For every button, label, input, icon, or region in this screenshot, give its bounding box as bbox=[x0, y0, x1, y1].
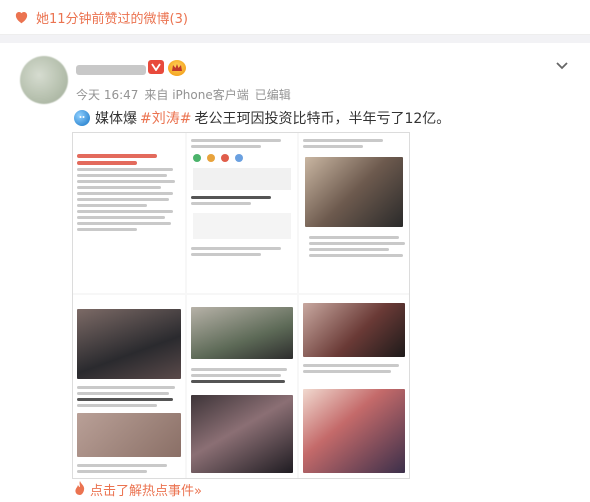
crown-badge-icon[interactable] bbox=[168, 60, 186, 76]
post-text-prefix: 媒体爆 bbox=[95, 111, 137, 127]
image-article-3[interactable] bbox=[187, 295, 297, 478]
section-divider bbox=[0, 35, 590, 43]
image-couple-photo[interactable] bbox=[299, 133, 409, 293]
post-source: 来自 iPhone客户端 bbox=[144, 88, 249, 102]
hot-topic-label[interactable]: 点击了解热点事件» bbox=[90, 480, 202, 499]
image-social-screenshot[interactable] bbox=[187, 133, 297, 293]
post-edited-label[interactable]: 已编辑 bbox=[255, 86, 291, 103]
weibo-post-card: 今天 16:47 来自 iPhone客户端 已编辑 媒体爆 #刘涛# 老公王珂因… bbox=[0, 44, 590, 502]
hot-topic-link[interactable]: 点击了解热点事件» bbox=[74, 480, 202, 499]
liked-weibo-header[interactable]: 她11分钟前赞过的微博(3) bbox=[0, 0, 590, 35]
post-text: 媒体爆 #刘涛# 老公王珂因投资比特币，半年亏了12亿。 bbox=[74, 108, 450, 128]
image-article-2[interactable] bbox=[73, 295, 185, 478]
avatar[interactable] bbox=[20, 56, 68, 104]
image-article-1[interactable] bbox=[73, 133, 185, 293]
media-emoji-icon bbox=[74, 110, 90, 126]
chevron-down-icon[interactable] bbox=[554, 58, 570, 74]
post-time[interactable]: 今天 16:47 bbox=[76, 86, 138, 103]
post-meta: 今天 16:47 来自 iPhone客户端 已编辑 bbox=[76, 86, 291, 103]
post-image-grid[interactable] bbox=[72, 132, 410, 479]
post-text-body: 老公王珂因投资比特币，半年亏了12亿。 bbox=[194, 111, 451, 127]
user-badges bbox=[148, 60, 186, 76]
vip-badge-icon[interactable] bbox=[148, 60, 164, 74]
image-family-photo[interactable] bbox=[299, 295, 409, 478]
heart-icon bbox=[12, 8, 30, 26]
liked-weibo-title: 她11分钟前赞过的微博(3) bbox=[36, 11, 188, 27]
flame-icon bbox=[74, 480, 86, 499]
hashtag-link[interactable]: #刘涛# bbox=[140, 108, 191, 128]
